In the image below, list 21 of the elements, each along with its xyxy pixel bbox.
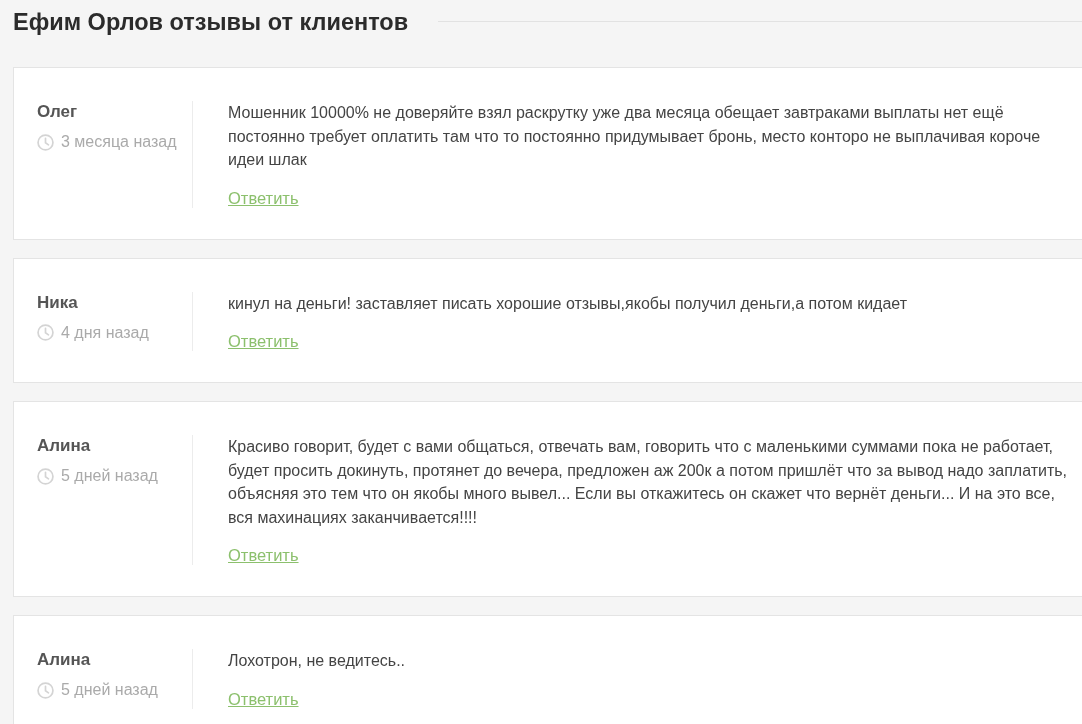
review-text: Красиво говорит, будет с вами общаться, отвечать вам, говорить что с маленькими суммами пока не работает, будет просить докинуть, протянет до вечера, предложен аж 200к а потом пришлёт что за вывод надо заплатить, объясняя это тем что он якобы много вывел... Если вы откажитесь он скажет что вернёт деньги... И на это все, вся махинациях заканчивается!!!! xyxy=(228,437,1069,528)
review-time: 5 дней назад xyxy=(61,680,158,700)
review-time: 3 месяца назад xyxy=(61,132,177,152)
author-name: Олег xyxy=(37,101,79,123)
author-name: Алина xyxy=(37,649,92,671)
review-text: Лохотрон, не ведитесь.. xyxy=(228,651,407,671)
review-time: 4 дня назад xyxy=(61,322,149,343)
reply-link[interactable]: Ответить xyxy=(228,688,299,709)
clock-icon xyxy=(37,681,54,699)
review-time: 5 дней назад xyxy=(61,466,158,486)
reply-link[interactable]: Ответить xyxy=(228,187,299,208)
clock-icon xyxy=(37,133,54,151)
review-text: кинул на деньги! заставляет писать хорошие отзывы,якобы получил деньги,а потом кидает xyxy=(228,293,909,314)
author-name: Алина xyxy=(37,435,92,457)
author-name: Ника xyxy=(37,291,79,314)
clock-icon xyxy=(37,324,54,341)
clock-icon xyxy=(37,467,54,485)
page-title: Ефим Орлов отзывы от клиентов xyxy=(13,8,409,37)
review-text: Мошенник 10000% не доверяйте взял раскрутку уже два месяца обещает завтраками выплаты нет ещё постоянно требует оплатить там что то постоянно придумывает бронь, место конторо не выплачивая короче идеи шлак xyxy=(228,103,1042,170)
reply-link[interactable]: Ответить xyxy=(228,545,299,565)
reply-link[interactable]: Ответить xyxy=(228,331,299,351)
